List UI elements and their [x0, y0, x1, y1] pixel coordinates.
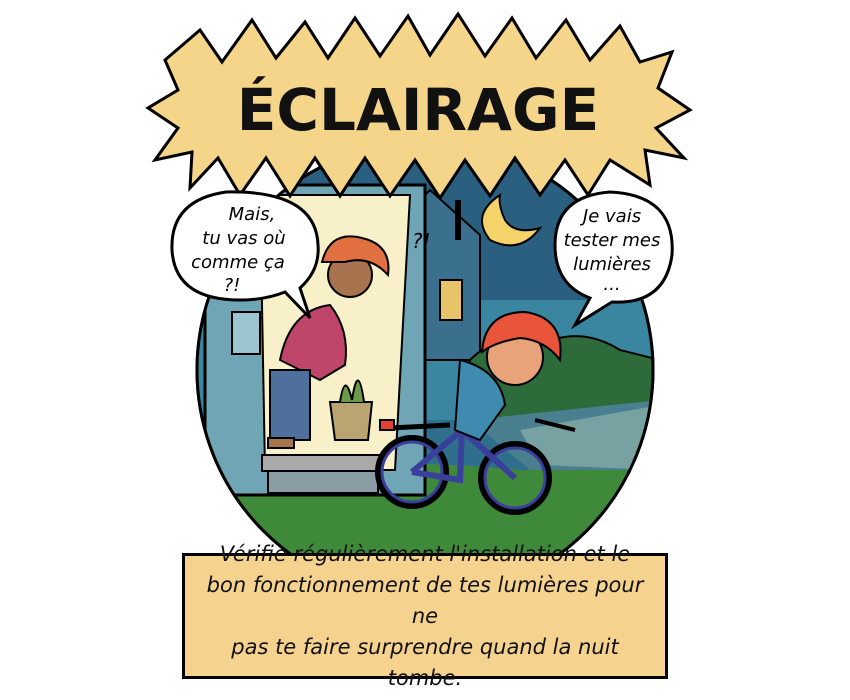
child-line-4: ... [603, 274, 620, 295]
caption-line-1: Vérifie régulièrement l'installation et … [219, 541, 631, 566]
caption-line-2: bon fonctionnement de tes lumières pour … [206, 572, 644, 628]
mother-line-4: ?! [224, 275, 241, 296]
child-line-3: lumières [573, 254, 651, 275]
title-text: ÉCLAIRAGE [237, 75, 599, 144]
mother-line-1: Mais, [229, 204, 276, 225]
caption-line-3: pas te faire surprendre quand la nuit to… [231, 634, 619, 690]
mother-line-2: tu vas où [202, 228, 285, 249]
mother-line-3: comme ça [191, 252, 285, 273]
caption-box: Vérifie régulièrement l'installation et … [182, 542, 668, 690]
door-exclaim: ?! [412, 229, 431, 253]
speech-bubble-mother: Mais, tu vas où comme ça ?! [170, 190, 320, 320]
child-line-2: tester mes [564, 230, 661, 251]
caption-text: Vérifie régulièrement l'installation et … [199, 539, 651, 694]
child-line-1: Je vais [580, 206, 641, 227]
